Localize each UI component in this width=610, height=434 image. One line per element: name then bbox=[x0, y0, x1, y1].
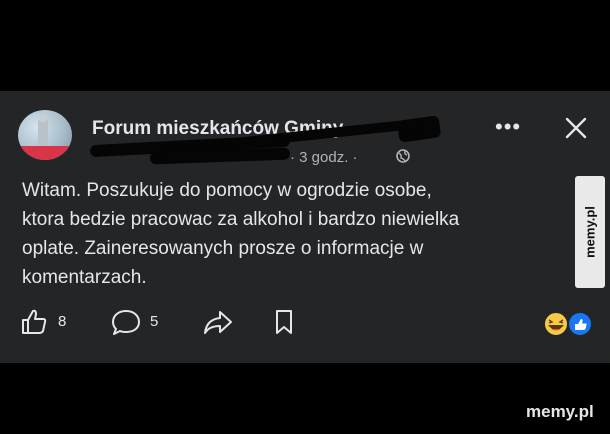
post-body-line: oplate. Zaineresowanych prosze o informa… bbox=[22, 238, 424, 259]
post-body-line: ktora bedzie pracowac za alkohol i bardz… bbox=[22, 209, 460, 230]
more-dots-icon[interactable]: ••• bbox=[495, 116, 521, 138]
post-body-line: Witam. Poszukuje do pomocy w ogrodzie os… bbox=[22, 180, 432, 201]
comment-count: 5 bbox=[150, 313, 159, 330]
thumbs-up-icon[interactable] bbox=[20, 308, 48, 336]
like-count: 8 bbox=[58, 313, 67, 330]
bookmark-icon[interactable] bbox=[272, 308, 296, 336]
like-reaction-icon bbox=[567, 311, 593, 337]
memy-watermark-side: memy.pl bbox=[575, 176, 605, 288]
globe-icon bbox=[396, 149, 410, 163]
comment-icon[interactable] bbox=[110, 308, 142, 336]
watermark-side-text: memy.pl bbox=[582, 206, 598, 258]
laughing-emoji-icon bbox=[543, 311, 569, 337]
post-body-line: komentarzach. bbox=[22, 267, 147, 288]
avatar-red-band bbox=[18, 146, 72, 160]
memy-watermark-bottom: memy.pl bbox=[526, 402, 594, 421]
group-avatar[interactable] bbox=[18, 110, 72, 160]
post-time: · 3 godz. · bbox=[290, 149, 358, 166]
share-icon[interactable] bbox=[202, 308, 234, 336]
close-icon[interactable] bbox=[560, 112, 592, 144]
post-body: Witam. Poszukuje do pomocy w ogrodzie os… bbox=[22, 176, 582, 292]
reactions-cluster[interactable] bbox=[540, 310, 596, 338]
